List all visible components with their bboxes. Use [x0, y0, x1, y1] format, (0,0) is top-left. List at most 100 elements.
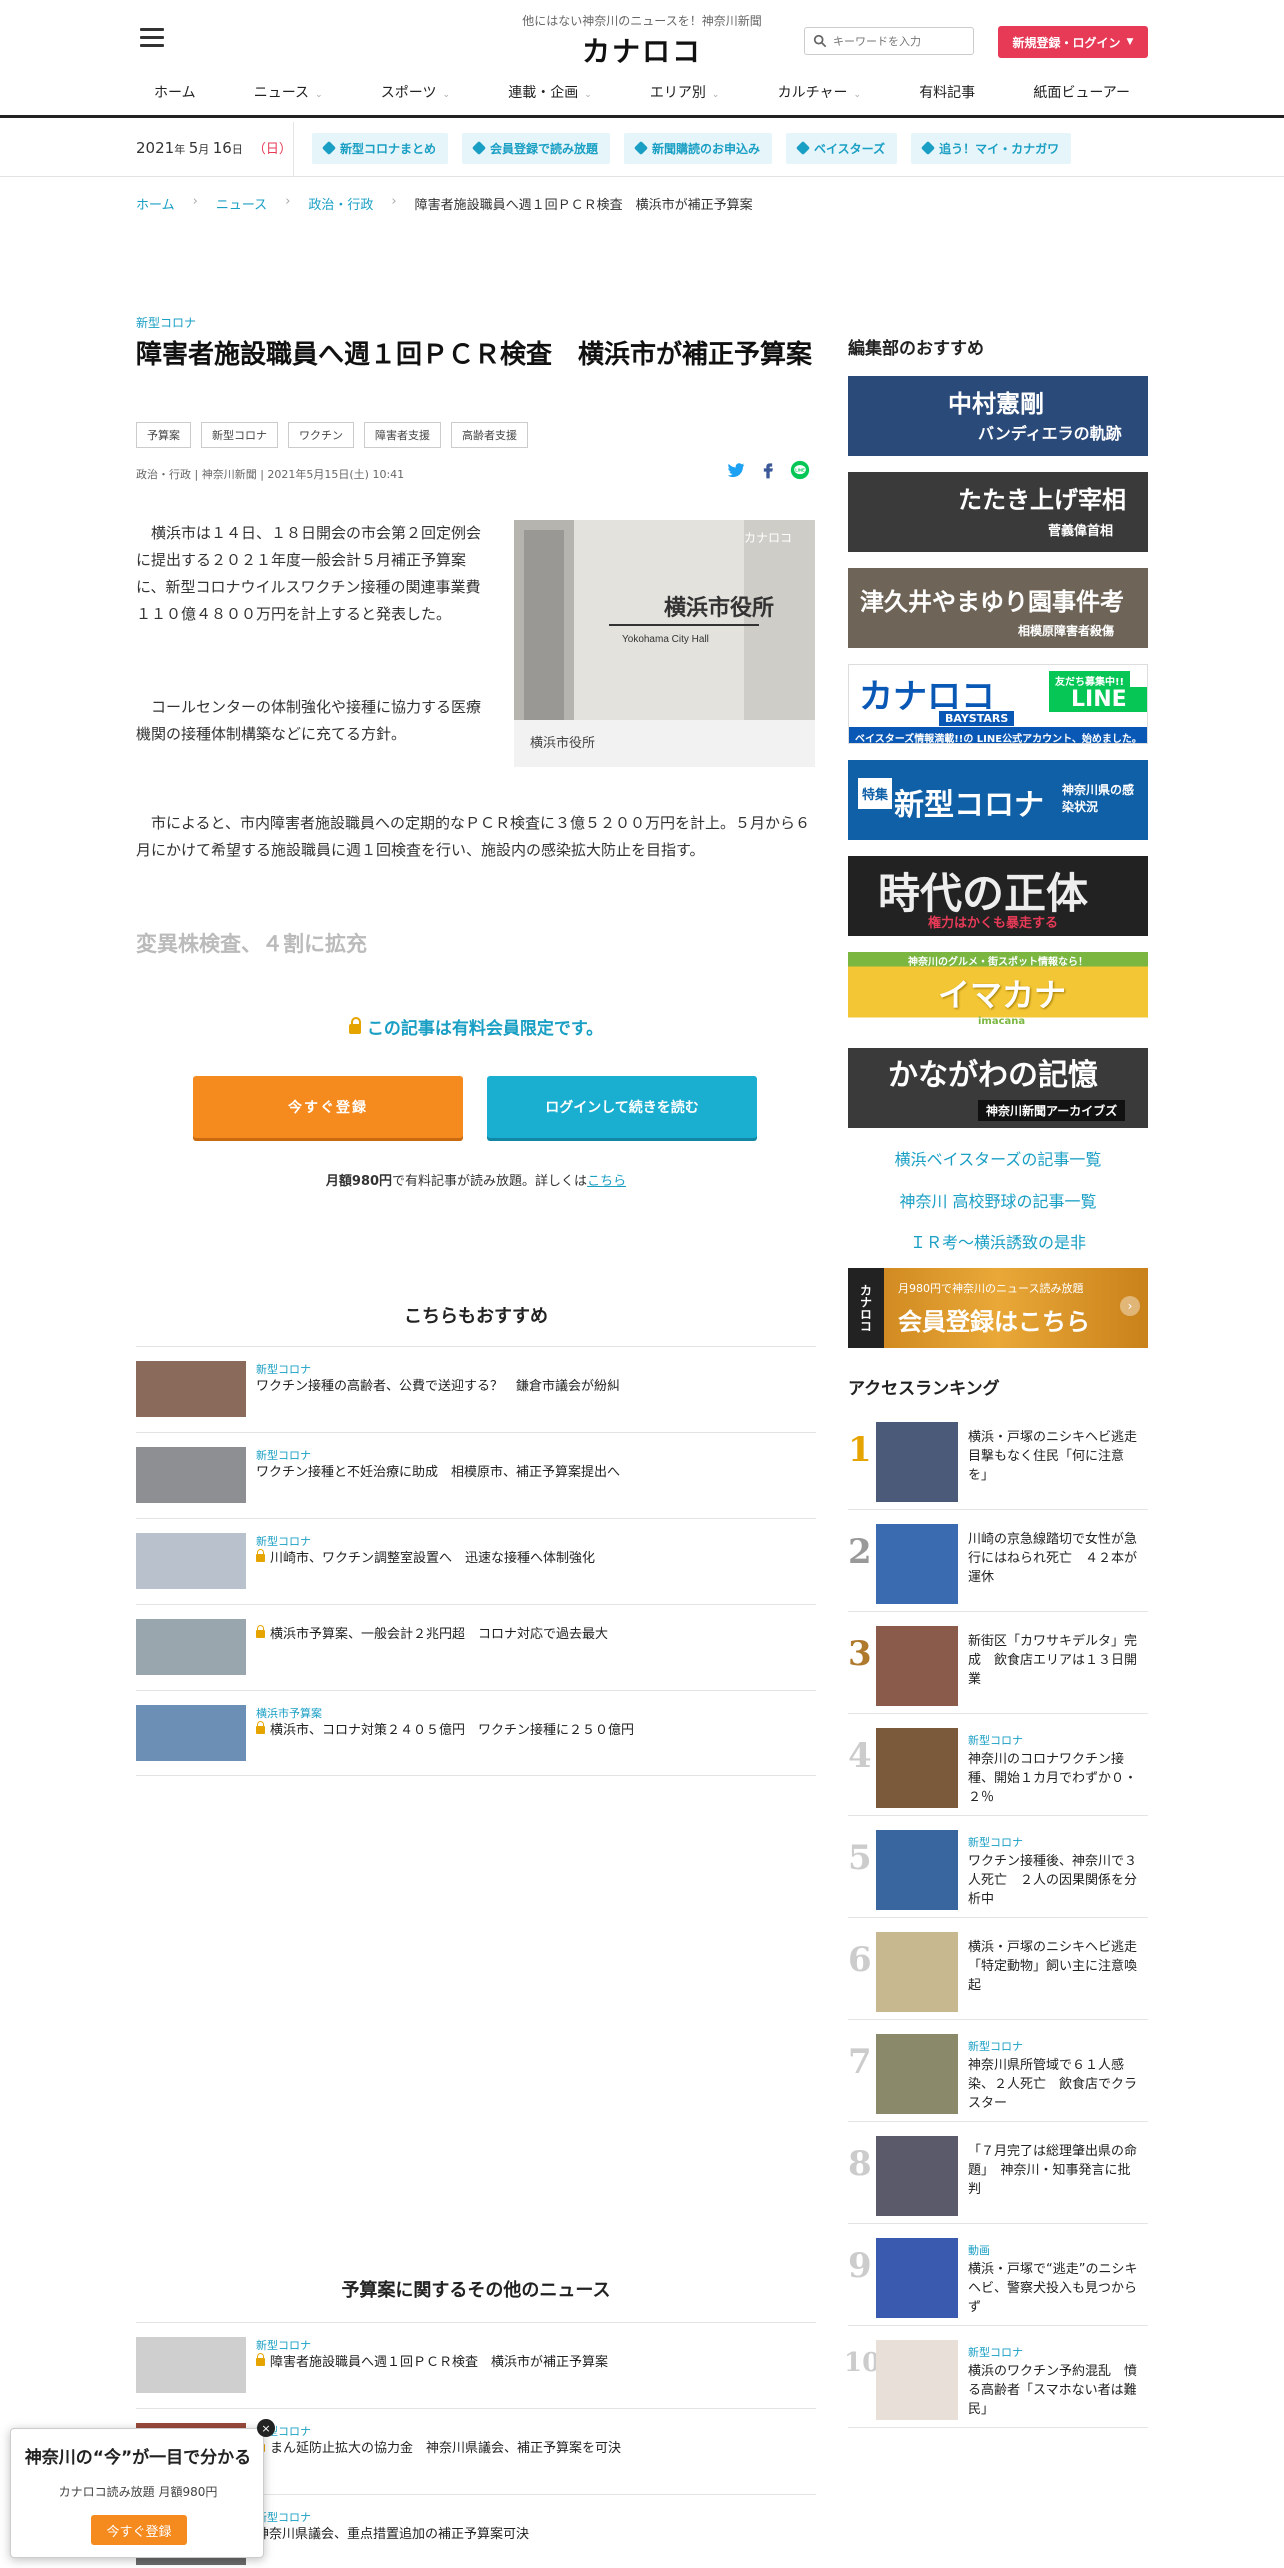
topic-tag-1[interactable]: 会員登録で読み放題	[462, 133, 611, 164]
baystars-articles-link[interactable]: 横浜ベイスターズの記事一覧	[848, 1146, 1148, 1170]
ranking-title: 横浜・戸塚で“逃走”のニシキヘビ、警察犬投入も見つからず	[968, 2262, 1138, 2315]
search-icon	[813, 34, 827, 48]
ranking-item[interactable]: 3 新街区「カワサキデルタ」完成 飲食店エリアは１３日開業	[848, 1612, 1148, 1714]
price-details-link[interactable]: こちら	[587, 1174, 626, 1189]
suga-banner[interactable]: たたき上げ宰相 菅義偉首相	[848, 472, 1148, 552]
ranking-thumbnail	[876, 2238, 958, 2318]
kanagawa-memory-banner[interactable]: かながわの記憶 神奈川新聞アーカイブズ	[848, 1048, 1148, 1128]
list-item-title: まん延防止拡大の協力金 神奈川県議会、補正予算案を可決	[256, 2439, 796, 2459]
photo-sign-en: Yokohama City Hall	[622, 634, 709, 645]
ranking-thumbnail	[876, 1728, 958, 1808]
nav-item-7[interactable]: 紙面ビューアー	[1015, 82, 1148, 102]
popup-register-button[interactable]: 今すぐ登録	[91, 2515, 187, 2545]
topic-tag-label: 追う！マイ・カナガワ	[939, 142, 1060, 156]
keyword-tag[interactable]: 予算案	[136, 422, 191, 448]
breadcrumb-news[interactable]: ニュース	[216, 194, 267, 213]
ranking-thumbnail	[876, 1524, 958, 1604]
nakamura-kengo-banner[interactable]: 中村憲剛 バンディエラの軌跡	[848, 376, 1148, 456]
ranking-thumbnail	[876, 2136, 958, 2216]
keyword-tag[interactable]: ワクチン	[288, 422, 354, 448]
ranking-item[interactable]: 9 動画 横浜・戸塚で“逃走”のニシキヘビ、警察犬投入も見つからず	[848, 2224, 1148, 2326]
list-item[interactable]: 新型コロナ 障害者施設職員へ週１回ＰＣＲ検査 横浜市が補正予算案	[136, 2322, 816, 2408]
yamayuri-banner[interactable]: 津久井やまゆり園事件考 相模原障害者殺傷	[848, 568, 1148, 648]
article-photo[interactable]: 横浜市役所 Yokohama City Hall カナロコ	[514, 520, 815, 720]
highschool-baseball-link[interactable]: 神奈川 高校野球の記事一覧	[848, 1188, 1148, 1212]
keyword-tag[interactable]: 高齢者支援	[451, 422, 528, 448]
list-item[interactable]: 横浜市予算案、一般会計２兆円超 コロナ対応で過去最大	[136, 1604, 816, 1690]
login-read-more-button[interactable]: ログインして続きを読む	[487, 1076, 757, 1138]
date-day: 16	[212, 139, 232, 157]
list-item[interactable]: 新型コロナ ワクチン接種の高齢者、公費で送迎する？ 鎌倉市議会が紛糾	[136, 1346, 816, 1432]
topic-tag-0[interactable]: 新型コロナまとめ	[312, 133, 449, 164]
topic-tag-3[interactable]: ベイスターズ	[786, 133, 898, 164]
nav-item-6[interactable]: 有料記事	[901, 82, 993, 102]
ir-link[interactable]: ＩＲ考～横浜誘致の是非	[848, 1229, 1148, 1253]
ranking-thumbnail	[876, 1422, 958, 1502]
topic-tag-label: ベイスターズ	[814, 142, 886, 156]
facebook-icon[interactable]	[758, 460, 778, 480]
nav-item-5[interactable]: カルチャー ⌄	[760, 82, 879, 102]
topic-tag-2[interactable]: 新聞購読のお申込み	[624, 133, 773, 164]
list-item[interactable]: 新型コロナ 川崎市、ワクチン調整室設置へ 迅速な接種へ体制強化	[136, 1518, 816, 1604]
ranking-item[interactable]: 8 「７月完了は総理肇出県の命題」 神奈川・知事発言に批判	[848, 2122, 1148, 2224]
line-icon[interactable]: LINE	[790, 460, 810, 480]
ranking-item[interactable]: 10 新型コロナ 横浜のワクチン予約混乱 憤る高齢者「スマホない者は難民」	[844, 2326, 1148, 2428]
list-item[interactable]: 横浜市予算案 横浜市、コロナ対策２４０５億円 ワクチン接種に２５０億円	[136, 1690, 816, 1776]
list-item-thumbnail	[136, 1447, 246, 1503]
topic-tag-label: 新型コロナまとめ	[340, 142, 437, 156]
twitter-icon[interactable]	[726, 460, 746, 480]
nav-item-0[interactable]: ホーム	[136, 82, 214, 102]
ranking-item[interactable]: 1 横浜・戸塚のニシキヘビ逃走 目撃もなく住民「何に注意を」	[848, 1408, 1150, 1510]
ranking-item[interactable]: 2 川崎の京急線踏切で女性が急行にはねられ死亡 ４２本が運休	[848, 1510, 1148, 1612]
baystars-line-banner[interactable]: カナロコ 友だち募集中!! LINE BAYSTARS ベイスターズ情報満載!!の LI…	[848, 664, 1148, 744]
banner-subtitle: 菅義偉首相	[1048, 524, 1114, 539]
date-year: 2021	[136, 139, 175, 157]
access-ranking-title: アクセスランキング	[848, 1379, 1000, 1399]
nav-item-2[interactable]: スポーツ ⌄	[363, 82, 468, 102]
ranking-thumbnail	[876, 2340, 958, 2420]
banner-subtitle: imacana	[978, 1016, 1026, 1027]
jidai-no-shotai-banner[interactable]: 時代の正体 権力はかくも暴走する	[848, 856, 1148, 936]
banner-title: かながわの記憶	[888, 1058, 1098, 1093]
related-news-title: 予算案に関するその他のニュース	[341, 2280, 611, 2301]
list-item-title-text: 障害者施設職員へ週１回ＰＣＲ検査 横浜市が補正予算案	[270, 2355, 609, 2370]
nav-item-label: ニュース	[253, 85, 310, 101]
photo-caption: 横浜市役所	[530, 736, 596, 751]
keyword-tag[interactable]: 新型コロナ	[201, 422, 278, 448]
breadcrumb-current: 障害者施設職員へ週１回ＰＣＲ検査 横浜市が補正予算案	[414, 198, 753, 213]
topic-tag-4[interactable]: 追う！マイ・カナガワ	[911, 133, 1072, 164]
nav-item-label: 有料記事	[919, 85, 976, 101]
ranking-number: 7	[848, 2042, 872, 2082]
lock-icon	[256, 2353, 265, 2366]
register-now-button[interactable]: 今すぐ登録	[193, 1076, 463, 1138]
search-box[interactable]	[804, 27, 974, 55]
search-input[interactable]	[833, 34, 963, 48]
list-item-thumbnail	[136, 1705, 246, 1761]
nav-item-3[interactable]: 連載・企画 ⌄	[490, 82, 610, 102]
ranking-title: 新街区「カワサキデルタ」完成 飲食店エリアは１３日開業	[968, 1634, 1138, 1687]
nav-item-1[interactable]: ニュース ⌄	[236, 82, 341, 102]
imacana-banner[interactable]: 神奈川のグルメ・街スポット情報なら！ イマカナ imacana	[848, 952, 1148, 1032]
keyword-tag[interactable]: 障害者支援	[364, 422, 441, 448]
member-signup-banner[interactable]: カナロコ 月980円で神奈川のニュース読み放題 会員登録はこちら ›	[848, 1268, 1148, 1348]
article-category[interactable]: 新型コロナ	[136, 314, 196, 331]
breadcrumb-politics[interactable]: 政治・行政	[308, 194, 373, 213]
nav-item-4[interactable]: エリア別 ⌄	[632, 82, 738, 102]
list-item-title-text: まん延防止拡大の協力金 神奈川県議会、補正予算案を可決	[270, 2441, 622, 2456]
ranking-number: 1	[848, 1430, 872, 1470]
list-item[interactable]: 新型コロナ ワクチン接種と不妊治療に助成 相模原市、補正予算案提出へ	[136, 1432, 816, 1518]
coronavirus-banner[interactable]: 特集 新型コロナ 神奈川県の感染状況	[848, 760, 1148, 840]
chevron-right-icon: ›	[1120, 1296, 1140, 1316]
topic-tag-label: 新聞購読のお申込み	[652, 142, 761, 156]
ranking-item[interactable]: 6 横浜・戸塚のニシキヘビ逃走 「特定動物」飼い主に注意喚起	[848, 1918, 1150, 2020]
list-item-title-text: 横浜市予算案、一般会計２兆円超 コロナ対応で過去最大	[270, 1627, 609, 1642]
ranking-item[interactable]: 7 新型コロナ 神奈川県所管域で６１人感染、２人死亡 飲食店でクラスター	[848, 2020, 1148, 2122]
ranking-item[interactable]: 4 新型コロナ 神奈川のコロナワクチン接種、開始１カ月でわずか０・２％	[848, 1714, 1148, 1816]
banner-subtitle: 神奈川県の感染状況	[1062, 783, 1135, 814]
close-icon[interactable]: ×	[257, 2419, 275, 2437]
list-item-thumbnail	[136, 1361, 246, 1417]
ranking-item[interactable]: 5 新型コロナ ワクチン接種後、神奈川で３人死亡 ２人の因果関係を分析中	[848, 1816, 1148, 1918]
signup-login-button[interactable]: 新規登録・ログイン ▼	[998, 26, 1148, 58]
breadcrumb-home[interactable]: ホーム	[136, 194, 175, 213]
hamburger-menu-icon[interactable]	[140, 28, 164, 48]
